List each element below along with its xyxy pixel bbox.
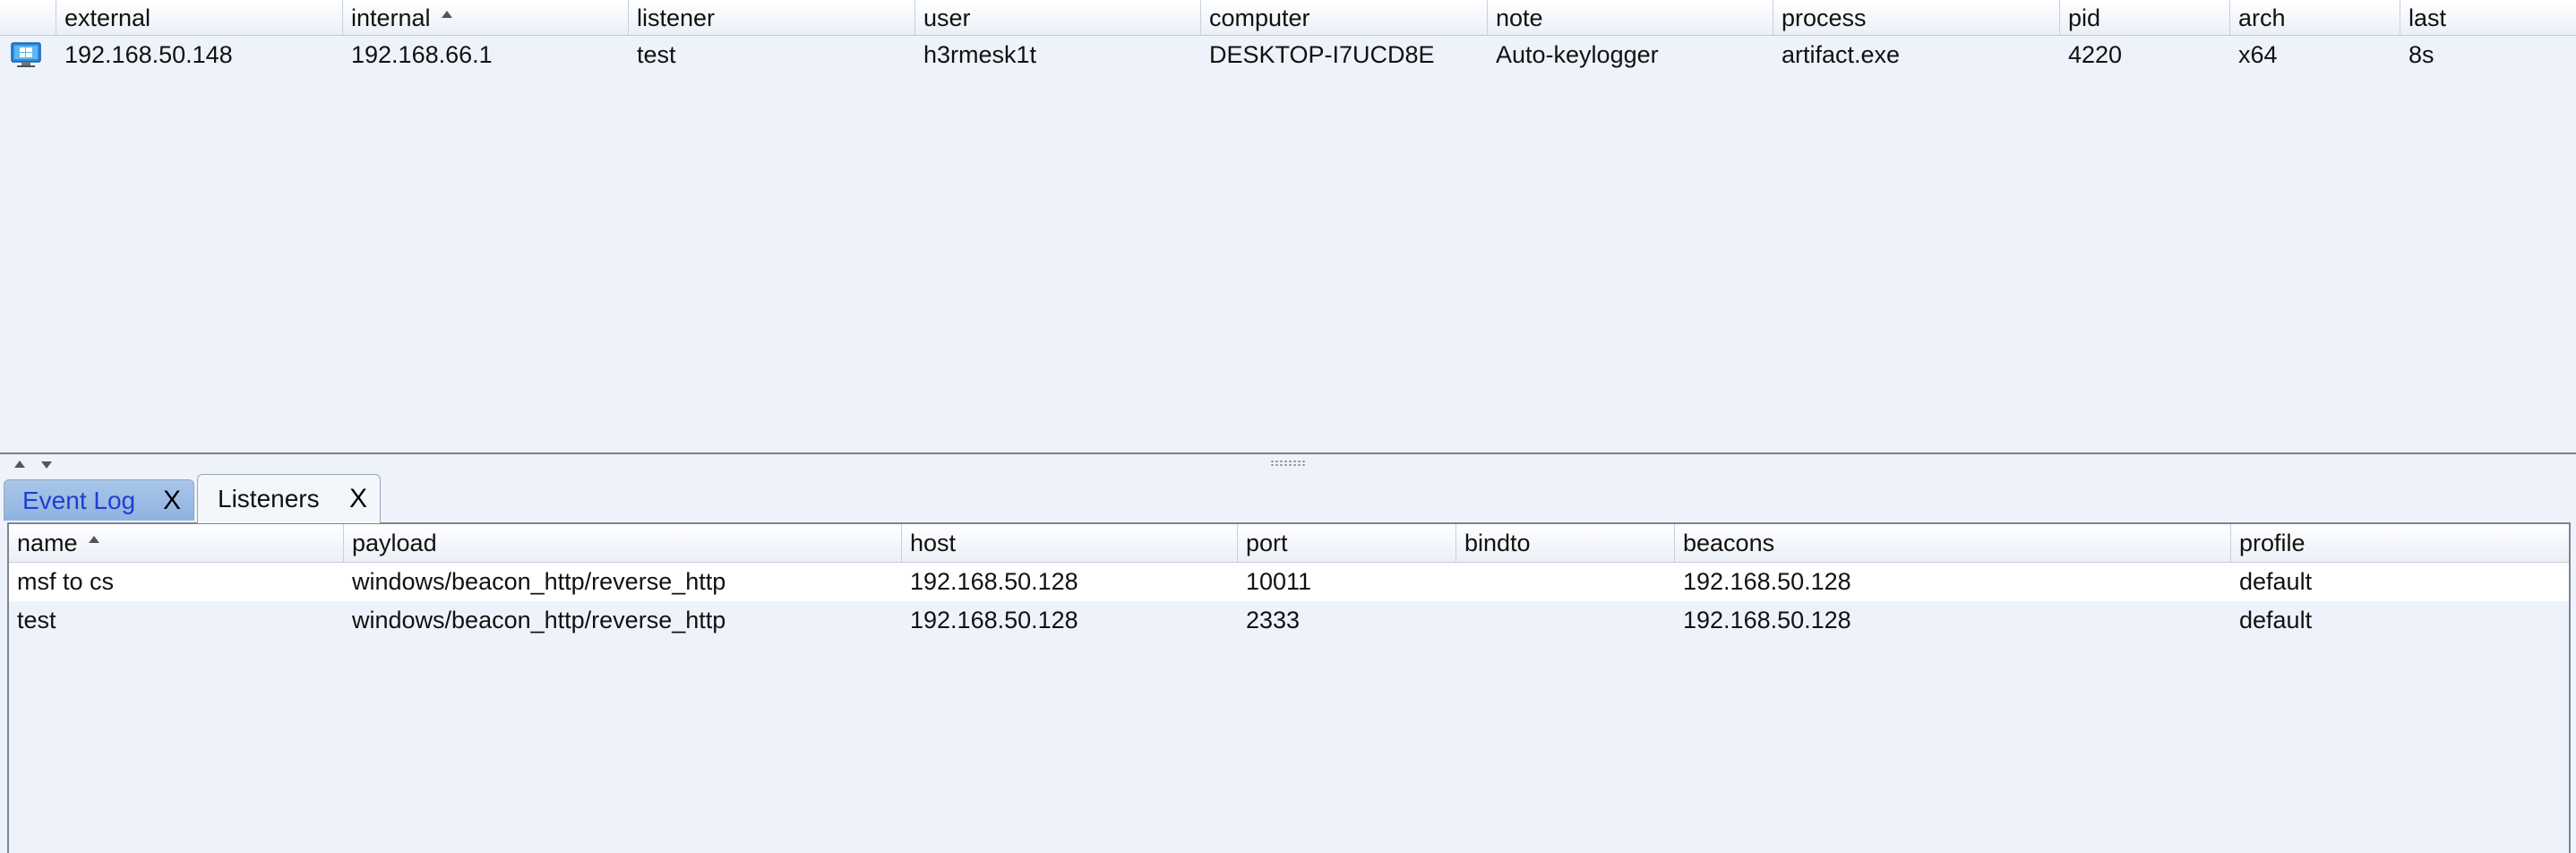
- column-header-user[interactable]: user: [915, 0, 1201, 35]
- expand-up-icon[interactable]: [14, 461, 25, 468]
- session-last: 8s: [2409, 40, 2434, 68]
- listener-row[interactable]: test windows/beacon_http/reverse_http 19…: [9, 601, 2569, 640]
- column-header-label: arch: [2238, 4, 2286, 31]
- sessions-table: external internal listener user computer…: [0, 0, 2576, 452]
- sort-ascending-icon: [88, 536, 99, 543]
- column-header-payload[interactable]: payload: [344, 524, 902, 562]
- column-header-name[interactable]: name: [9, 524, 344, 562]
- listener-beacons: 192.168.50.128: [1683, 568, 1851, 595]
- listeners-table: name payload host port bindto beacons pr…: [7, 522, 2571, 853]
- column-header-pid[interactable]: pid: [2060, 0, 2230, 35]
- close-tab-button[interactable]: X: [163, 486, 181, 516]
- listener-port: 10011: [1246, 568, 1312, 595]
- listener-payload: windows/beacon_http/reverse_http: [352, 568, 726, 595]
- column-header-label: computer: [1209, 4, 1310, 31]
- session-pid: 4220: [2068, 40, 2123, 68]
- column-header-port[interactable]: port: [1238, 524, 1456, 562]
- icon-column-header[interactable]: [0, 0, 56, 35]
- session-process: artifact.exe: [1782, 40, 1901, 68]
- column-header-label: note: [1496, 4, 1543, 31]
- column-header-label: host: [910, 530, 957, 556]
- listener-row[interactable]: msf to cs windows/beacon_http/reverse_ht…: [9, 563, 2569, 601]
- tab-label: Listeners: [218, 485, 320, 513]
- column-header-process[interactable]: process: [1773, 0, 2060, 35]
- session-listener: test: [637, 40, 676, 68]
- session-row[interactable]: 192.168.50.148 192.168.66.1 test h3rmesk…: [0, 36, 2576, 73]
- tab-event-log[interactable]: Event Log X: [4, 479, 194, 521]
- column-header-computer[interactable]: computer: [1201, 0, 1488, 35]
- column-header-host[interactable]: host: [902, 524, 1238, 562]
- listener-profile: default: [2239, 568, 2313, 595]
- session-user: h3rmesk1t: [923, 40, 1037, 68]
- tab-label: Event Log: [22, 486, 136, 514]
- session-computer: DESKTOP-I7UCD8E: [1209, 40, 1435, 68]
- column-header-external[interactable]: external: [56, 0, 343, 35]
- sort-ascending-icon: [441, 10, 452, 18]
- split-pane-divider[interactable]: [0, 452, 2576, 472]
- column-header-label: beacons: [1683, 530, 1775, 556]
- column-header-label: profile: [2239, 530, 2306, 556]
- session-icon-cell: [0, 42, 56, 67]
- column-header-note[interactable]: note: [1488, 0, 1773, 35]
- column-header-label: internal: [351, 4, 431, 31]
- listeners-header: name payload host port bindto beacons pr…: [9, 524, 2569, 563]
- listener-payload: windows/beacon_http/reverse_http: [352, 607, 726, 633]
- windows-icon: [11, 42, 41, 67]
- listener-host: 192.168.50.128: [910, 568, 1078, 595]
- column-header-label: last: [2409, 4, 2447, 31]
- listener-beacons: 192.168.50.128: [1683, 607, 1851, 633]
- sessions-header: external internal listener user computer…: [0, 0, 2576, 36]
- listener-profile: default: [2239, 607, 2313, 633]
- session-arch: x64: [2238, 40, 2278, 68]
- column-header-label: bindto: [1464, 530, 1531, 556]
- column-header-bindto[interactable]: bindto: [1456, 524, 1675, 562]
- column-header-last[interactable]: last: [2400, 0, 2576, 35]
- session-internal: 192.168.66.1: [351, 40, 493, 68]
- listener-name: msf to cs: [17, 568, 115, 595]
- column-header-beacons[interactable]: beacons: [1675, 524, 2231, 562]
- column-header-label: name: [17, 530, 78, 556]
- tab-bar: Event Log X Listeners X: [0, 472, 2576, 523]
- column-header-label: process: [1782, 4, 1867, 31]
- column-header-label: user: [923, 4, 971, 31]
- column-header-profile[interactable]: profile: [2231, 524, 2569, 562]
- session-external: 192.168.50.148: [64, 40, 233, 68]
- tab-listeners[interactable]: Listeners X: [197, 474, 381, 523]
- session-note: Auto-keylogger: [1496, 40, 1659, 68]
- column-header-label: external: [64, 4, 151, 31]
- column-header-arch[interactable]: arch: [2230, 0, 2400, 35]
- column-header-label: payload: [352, 530, 437, 556]
- column-header-label: pid: [2068, 4, 2101, 31]
- column-header-listener[interactable]: listener: [629, 0, 915, 35]
- listener-host: 192.168.50.128: [910, 607, 1078, 633]
- expand-down-icon[interactable]: [41, 461, 52, 469]
- close-tab-button[interactable]: X: [349, 484, 367, 514]
- column-header-internal[interactable]: internal: [343, 0, 629, 35]
- column-header-label: port: [1246, 530, 1288, 556]
- listener-name: test: [17, 607, 56, 633]
- drag-grip-icon[interactable]: [1270, 460, 1306, 467]
- listener-port: 2333: [1246, 607, 1301, 633]
- column-header-label: listener: [637, 4, 716, 31]
